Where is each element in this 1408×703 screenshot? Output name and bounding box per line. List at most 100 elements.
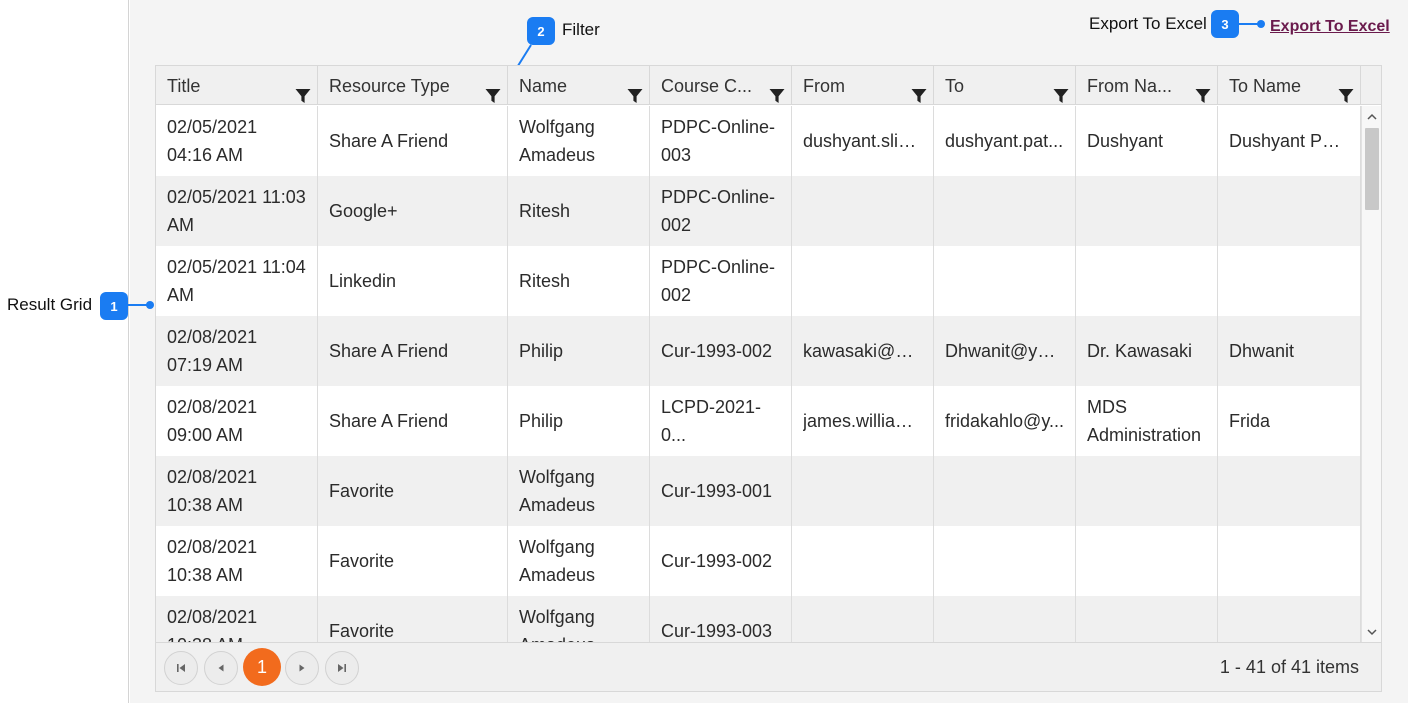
cell-text: Favorite [329,551,395,571]
filter-icon[interactable] [769,78,785,103]
scroll-thumb[interactable] [1365,128,1379,210]
cell-title: 02/08/2021 10:38 AM [156,456,318,526]
column-header-to-name[interactable]: To Name [1218,66,1361,105]
cell-to [934,456,1076,526]
column-header-resource-type[interactable]: Resource Type [318,66,508,105]
column-header-name[interactable]: Name [508,66,650,105]
cell-text: 02/05/2021 11:04 AM [167,257,306,305]
current-page-button[interactable]: 1 [243,648,281,686]
cell-name: Wolfgang Amadeus [508,106,650,176]
cell-course-code: PDPC-Online-002 [650,176,792,246]
filter-icon[interactable] [1338,78,1354,103]
cell-to-name: Dushyant Patel [1218,106,1361,176]
column-header-course-code[interactable]: Course C... [650,66,792,105]
last-page-button[interactable] [325,651,359,685]
cell-to [934,526,1076,596]
cell-text: 02/08/2021 10:38 AM [167,467,258,515]
table-row[interactable]: 02/08/2021 10:38 AM Favorite Wolfgang Amad… [156,526,1361,596]
scroll-down-icon[interactable] [1362,622,1381,642]
cell-text: Philip [519,411,564,431]
cell-text: fridakahlo@y... [945,411,1064,431]
cell-to [934,246,1076,316]
cell-resource-type: Share A Friend [318,386,508,456]
column-header-label: From Na... [1087,76,1173,96]
previous-page-icon [218,664,224,672]
cell-text: Cur-1993-002 [661,341,773,361]
column-header-title[interactable]: Title [156,66,318,105]
cell-to-name [1218,456,1361,526]
cell-title: 02/05/2021 04:16 AM [156,106,318,176]
cell-title: 02/08/2021 10:38 AM [156,596,318,642]
cell-from-name [1076,596,1218,642]
cell-from-name: Dr. Kawasaki [1076,316,1218,386]
cell-from [792,456,934,526]
filter-icon[interactable] [485,78,501,103]
cell-to-name [1218,526,1361,596]
cell-text: Google+ [329,201,398,221]
grid-body: 02/05/2021 04:16 AM Share A Friend Wolfgan… [156,106,1361,642]
cell-text: Cur-1993-002 [661,551,773,571]
cell-text: Wolfgang Amadeus [519,537,596,585]
cell-text: 02/08/2021 09:00 AM [167,397,258,445]
column-header-from[interactable]: From [792,66,934,105]
cell-resource-type: Share A Friend [318,316,508,386]
cell-title: 02/08/2021 09:00 AM [156,386,318,456]
cell-resource-type: Favorite [318,526,508,596]
first-page-button[interactable] [164,651,198,685]
filter-icon[interactable] [1053,78,1069,103]
cell-text: kawasaki@yo... [803,341,922,361]
cell-course-code: PDPC-Online-002 [650,246,792,316]
cell-text: Ritesh [519,271,571,291]
cell-text: 02/08/2021 10:38 AM [167,537,258,585]
vertical-scrollbar[interactable] [1361,106,1381,642]
cell-to [934,176,1076,246]
filter-icon[interactable] [911,78,927,103]
cell-course-code: Cur-1993-003 [650,596,792,642]
cell-to: dushyant.pat... [934,106,1076,176]
table-row[interactable]: 02/05/2021 11:04 AM Linkedin Ritesh PDPC-On… [156,246,1361,316]
cell-from [792,596,934,642]
cell-text: Cur-1993-001 [661,481,773,501]
cell-text: Dhwanit [1229,341,1295,361]
cell-from-name [1076,456,1218,526]
filter-icon[interactable] [627,78,643,103]
cell-name: Philip [508,386,650,456]
cell-course-code: Cur-1993-001 [650,456,792,526]
cell-course-code: PDPC-Online-003 [650,106,792,176]
scroll-up-icon[interactable] [1362,106,1381,126]
filter-callout-label: Filter [562,20,600,39]
table-row[interactable]: 02/08/2021 09:00 AM Share A Friend Philip L… [156,386,1361,456]
previous-page-button[interactable] [204,651,238,685]
cell-text: Dushyant [1087,131,1164,151]
cell-text: dushyant.slid... [803,131,922,151]
column-header-label: Name [519,76,568,96]
cell-to-name: Dhwanit [1218,316,1361,386]
filter-icon[interactable] [295,78,311,103]
table-row[interactable]: 02/05/2021 04:16 AM Share A Friend Wolfgan… [156,106,1361,176]
filter-icon[interactable] [1195,78,1211,103]
first-page-icon [177,664,185,672]
export-callout-badge: 3 [1211,10,1239,38]
cell-from-name [1076,176,1218,246]
next-page-button[interactable] [285,651,319,685]
table-row[interactable]: 02/08/2021 10:38 AM Favorite Wolfgang Amad… [156,456,1361,526]
cell-text: james.william... [803,411,922,431]
cell-text: 02/05/2021 11:03 AM [167,187,306,235]
table-row[interactable]: 02/08/2021 10:38 AM Favorite Wolfgang Amad… [156,596,1361,642]
column-header-label: Course C... [661,76,753,96]
cell-text: PDPC-Online-002 [661,187,776,235]
cell-text: 02/05/2021 04:16 AM [167,117,258,165]
grid-header: Title Resource Type Name Course C... From To F… [156,66,1381,105]
export-to-excel-link[interactable]: Export To Excel [1270,18,1390,36]
table-row[interactable]: 02/08/2021 07:19 AM Share A Friend Philip C… [156,316,1361,386]
export-callout-label: Export To Excel [1089,14,1207,33]
pager-info: 1 - 41 of 41 items [1219,657,1359,677]
cell-from-name [1076,246,1218,316]
column-header-from-name[interactable]: From Na... [1076,66,1218,105]
cell-name: Ritesh [508,176,650,246]
pager: 1 1 - 41 of 41 items [156,642,1381,691]
cell-from [792,246,934,316]
column-header-to[interactable]: To [934,66,1076,105]
cell-resource-type: Favorite [318,596,508,642]
table-row[interactable]: 02/05/2021 11:03 AM Google+ Ritesh PDPC-Onl… [156,176,1361,246]
